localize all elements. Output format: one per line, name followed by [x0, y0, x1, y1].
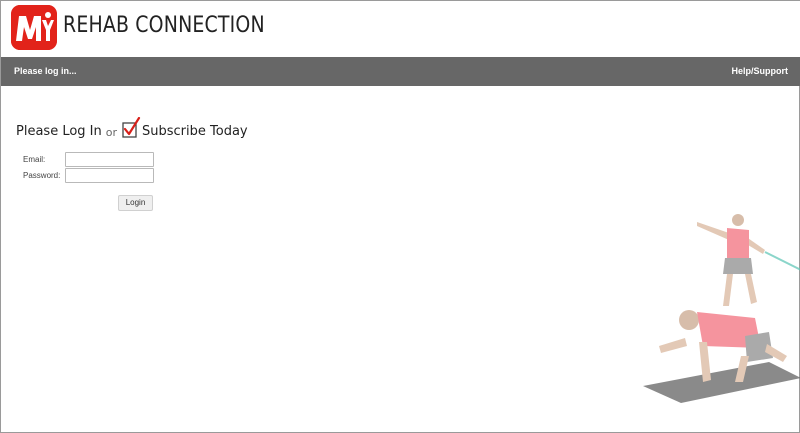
login-status-text: Please log in... — [14, 66, 77, 76]
standing-person-figure — [697, 214, 800, 306]
page-frame: REHAB CONNECTION Please log in... Help/S… — [0, 0, 800, 433]
email-label: Email: — [23, 155, 46, 164]
please-log-in-heading: Please Log In — [16, 124, 102, 139]
my-logo-icon[interactable] — [11, 5, 57, 50]
subscribe-today-link[interactable]: Subscribe Today — [142, 124, 248, 139]
password-field[interactable] — [65, 168, 154, 183]
or-text: or — [105, 126, 118, 139]
password-label: Password: — [23, 171, 61, 180]
exercise-illustration — [643, 214, 800, 403]
nav-bar: Please log in... Help/Support — [1, 57, 800, 86]
site-header: REHAB CONNECTION — [1, 1, 800, 57]
brand-name: REHAB CONNECTION — [63, 13, 265, 38]
checkbox-check-icon[interactable] — [121, 117, 141, 139]
login-button[interactable]: Login — [118, 195, 153, 211]
help-support-link[interactable]: Help/Support — [732, 66, 789, 76]
logo-graphic — [11, 5, 57, 50]
email-field[interactable] — [65, 152, 154, 167]
login-heading: Please Log In or Subscribe Today — [16, 113, 248, 139]
yoga-mat — [643, 362, 800, 403]
